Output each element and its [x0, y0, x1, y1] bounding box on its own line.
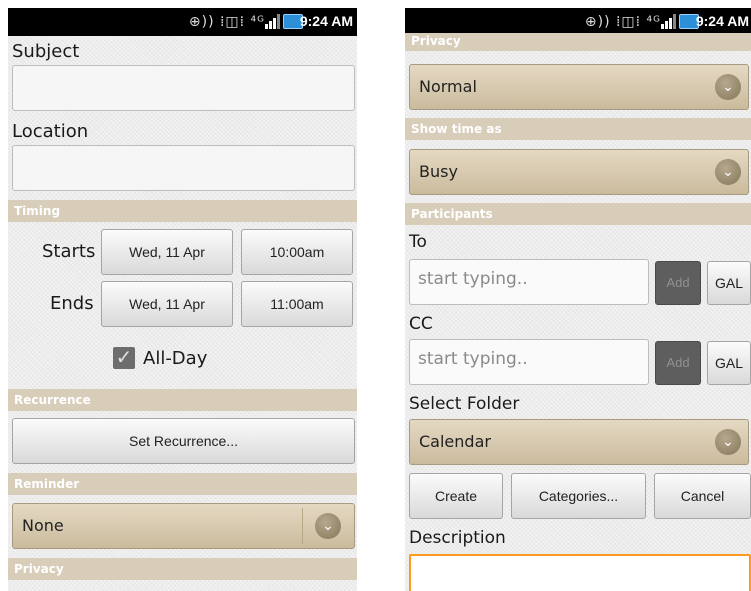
chevron-down-icon: ⌄: [715, 74, 741, 100]
select-folder-label: Select Folder: [409, 394, 520, 414]
categories-button[interactable]: Categories...: [511, 473, 646, 519]
to-input[interactable]: start typing..: [409, 259, 649, 305]
privacy-dropdown[interactable]: Normal ⌄: [409, 64, 749, 110]
event-form-screen-top: ⊕)) ⁞◫⁞ ⁴ᴳ 9:24 AM Subject Location Timi…: [8, 8, 357, 591]
status-bar: ⊕)) ⁞◫⁞ ⁴ᴳ 9:24 AM: [405, 8, 751, 36]
chevron-down-icon: ⌄: [315, 513, 341, 539]
end-time-button[interactable]: 11:00am: [241, 281, 353, 327]
all-day-checkbox[interactable]: ✓: [113, 347, 135, 369]
chevron-down-icon: ⌄: [715, 429, 741, 455]
create-button[interactable]: Create: [409, 473, 503, 519]
end-date-button[interactable]: Wed, 11 Apr: [101, 281, 233, 327]
description-field[interactable]: [409, 554, 751, 591]
privacy-header: Privacy: [8, 558, 357, 580]
reminder-header: Reminder: [8, 473, 357, 495]
ends-label: Ends: [50, 293, 94, 314]
dropdown-divider: [302, 508, 303, 544]
signal-icon: [265, 14, 280, 29]
cc-input[interactable]: start typing..: [409, 339, 649, 385]
description-label: Description: [409, 528, 506, 548]
add-to-button[interactable]: Add: [655, 261, 701, 305]
show-time-as-header: Show time as: [405, 118, 751, 140]
show-time-as-dropdown[interactable]: Busy ⌄: [409, 149, 749, 195]
start-date-button[interactable]: Wed, 11 Apr: [101, 229, 233, 275]
clock: 9:24 AM: [299, 13, 353, 29]
status-bar: ⊕)) ⁞◫⁞ ⁴ᴳ 9:24 AM: [8, 8, 357, 36]
all-day-label: All-Day: [143, 348, 208, 369]
chevron-down-icon: ⌄: [715, 159, 741, 185]
signal-icon: [661, 14, 676, 29]
timing-header: Timing: [8, 200, 357, 222]
subject-field[interactable]: [12, 65, 355, 111]
participants-header: Participants: [405, 203, 751, 225]
location-label: Location: [12, 121, 89, 142]
recurrence-header: Recurrence: [8, 389, 357, 411]
add-cc-button[interactable]: Add: [655, 341, 701, 385]
set-recurrence-button[interactable]: Set Recurrence...: [12, 418, 355, 464]
cc-label: CC: [409, 314, 433, 334]
status-icons: ⊕)) ⁞◫⁞ ⁴ᴳ: [584, 14, 661, 30]
start-time-button[interactable]: 10:00am: [241, 229, 353, 275]
checkmark-icon: ✓: [115, 345, 133, 369]
folder-value: Calendar: [419, 432, 491, 451]
privacy-header: Privacy: [405, 33, 751, 51]
gal-to-button[interactable]: GAL: [707, 261, 751, 305]
clock: 9:24 AM: [695, 13, 749, 29]
cancel-button[interactable]: Cancel: [654, 473, 751, 519]
location-field[interactable]: [12, 145, 355, 191]
to-label: To: [409, 232, 427, 252]
privacy-value: Normal: [419, 77, 477, 96]
status-icons: ⊕)) ⁞◫⁞ ⁴ᴳ: [188, 14, 265, 30]
starts-label: Starts: [42, 241, 96, 262]
event-form-screen-bottom: ⊕)) ⁞◫⁞ ⁴ᴳ 9:24 AM Privacy Normal ⌄ Show…: [405, 8, 751, 591]
folder-dropdown[interactable]: Calendar ⌄: [409, 419, 749, 465]
show-time-value: Busy: [419, 162, 458, 181]
reminder-dropdown[interactable]: None ⌄: [12, 503, 355, 549]
reminder-value: None: [22, 516, 64, 535]
gal-cc-button[interactable]: GAL: [707, 341, 751, 385]
subject-label: Subject: [12, 41, 80, 62]
